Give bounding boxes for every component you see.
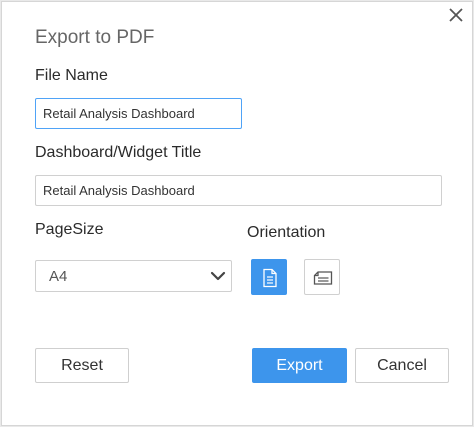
close-icon[interactable]	[445, 4, 467, 26]
reset-button[interactable]: Reset	[35, 348, 129, 383]
orientation-label: Orientation	[247, 224, 326, 241]
cancel-button[interactable]: Cancel	[355, 348, 449, 383]
export-pdf-dialog: Export to PDF File Name Dashboard/Widget…	[1, 1, 473, 426]
page-size-label: PageSize	[35, 221, 104, 238]
chevron-down-icon	[210, 269, 226, 283]
dialog-title: Export to PDF	[35, 27, 155, 48]
widget-title-input[interactable]	[35, 175, 442, 206]
landscape-page-icon	[313, 271, 333, 285]
orientation-landscape-button[interactable]	[304, 259, 340, 295]
portrait-page-icon	[263, 268, 277, 288]
widget-title-label: Dashboard/Widget Title	[35, 144, 202, 161]
page-size-value: A4	[49, 268, 68, 285]
export-button[interactable]: Export	[252, 348, 347, 383]
file-name-label: File Name	[35, 67, 108, 84]
orientation-portrait-button[interactable]	[251, 259, 287, 295]
file-name-input[interactable]	[35, 98, 242, 129]
page-size-select[interactable]: A4	[35, 260, 232, 292]
